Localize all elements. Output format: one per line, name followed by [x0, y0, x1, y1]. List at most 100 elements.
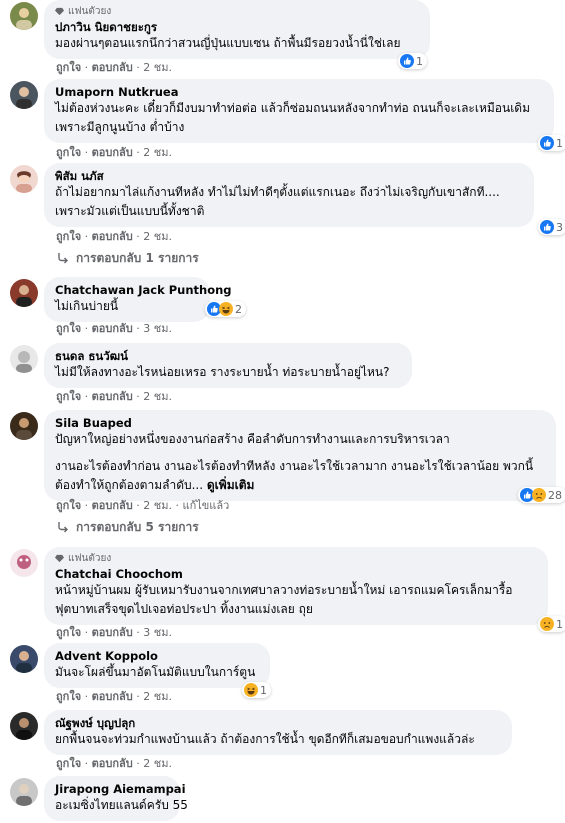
- like-link[interactable]: ถูกใจ: [56, 626, 81, 639]
- timestamp[interactable]: 2 ชม.: [143, 690, 172, 703]
- avatar[interactable]: [10, 778, 38, 806]
- timestamp[interactable]: 2 ชม.: [143, 390, 172, 403]
- comment-bubble: แฟนตัวยง ปภาวิน นิยดาชยะกูร มองผ่านๆตอนแ…: [44, 0, 430, 59]
- comment-bubble: Sila Buaped ปัญหาใหญ่อย่างหนึ่งของงานก่อ…: [44, 410, 556, 501]
- comment-actions: ถูกใจ · ตอบกลับ · 2 ชม.: [56, 690, 172, 703]
- like-link[interactable]: ถูกใจ: [56, 390, 81, 403]
- commenter-name[interactable]: Jirapong Aiemampai: [55, 781, 186, 797]
- like-link[interactable]: ถูกใจ: [56, 230, 81, 243]
- timestamp[interactable]: 2 ชม.: [143, 61, 172, 74]
- like-link[interactable]: ถูกใจ: [56, 146, 81, 159]
- reactions-badge[interactable]: 1: [242, 682, 271, 698]
- comment-text: มองผ่านๆตอนแรกนึกว่าสวนญี่ปุ่นแบบเซน ถ้า…: [55, 36, 401, 50]
- edited-label[interactable]: แก้ไขแล้ว: [182, 499, 229, 512]
- sad-reaction-icon: [532, 488, 546, 502]
- reactions-badge[interactable]: 1: [538, 135, 565, 151]
- avatar[interactable]: [10, 549, 38, 577]
- commenter-name[interactable]: พิสัม นภัส: [55, 168, 523, 184]
- comment-text: ฟุตบาทเสร็จขุดไปเจอท่อประปา ทิ้งงานแม่งเ…: [55, 602, 313, 616]
- commenter-name[interactable]: Chatchawan Jack Punthong: [55, 282, 232, 298]
- reactions-badge[interactable]: 1: [538, 616, 565, 632]
- fan-badge: แฟนตัวยง: [55, 552, 537, 565]
- comment-text-tail: ต้องทำให้ถูกต้องตามลำดับ...: [55, 478, 204, 492]
- comment-bubble: Umaporn Nutkruea ไม่ต้องห่วงนะคะ เดี๋ยวก…: [44, 79, 554, 143]
- comment-bubble: พิสัม นภัส ถ้าไม่อยากมาไล่แก้งานทีหลัง ท…: [44, 163, 534, 227]
- comment-bubble: Jirapong Aiemampai อะเมซิ่งไทยแลนด์ครับ …: [44, 776, 188, 821]
- reply-link[interactable]: ตอบกลับ: [92, 757, 133, 770]
- timestamp[interactable]: 3 ชม.: [143, 322, 172, 335]
- comment-actions: ถูกใจ · ตอบกลับ · 2 ชม.: [56, 230, 172, 243]
- commenter-name[interactable]: Sila Buaped: [55, 415, 545, 431]
- comment-bubble: แฟนตัวยง Chatchai Choochom หน้าหมู่บ้านผ…: [44, 547, 548, 625]
- reactions-badge[interactable]: 2: [205, 301, 246, 317]
- avatar[interactable]: [10, 645, 38, 673]
- avatar[interactable]: [10, 345, 38, 373]
- reaction-count: 1: [416, 54, 423, 68]
- reactions-badge[interactable]: 1: [398, 53, 427, 69]
- like-link[interactable]: ถูกใจ: [56, 499, 81, 512]
- avatar[interactable]: [10, 412, 38, 440]
- reply-link[interactable]: ตอบกลับ: [92, 499, 133, 512]
- commenter-name[interactable]: Umaporn Nutkruea: [55, 84, 543, 100]
- comment-actions: ถูกใจ · ตอบกลับ · 3 ชม.: [56, 322, 172, 335]
- reactions-badge[interactable]: 3: [538, 219, 565, 235]
- comment-actions: ถูกใจ · ตอบกลับ · 2 ชม. · แก้ไขแล้ว: [56, 499, 230, 512]
- reply-link[interactable]: ตอบกลับ: [92, 626, 133, 639]
- comment-text: งานอะไรต้องทำก่อน งานอะไรต้องทำทีหลัง งา…: [55, 459, 534, 473]
- reaction-count: 3: [556, 220, 563, 234]
- comment-actions: ถูกใจ · ตอบกลับ · 2 ชม.: [56, 146, 172, 159]
- haha-reaction-icon: [244, 683, 258, 697]
- like-reaction-icon: [540, 220, 554, 234]
- commenter-name[interactable]: ปภาวิน นิยดาชยะกูร: [55, 19, 419, 35]
- like-link[interactable]: ถูกใจ: [56, 690, 81, 703]
- reaction-count: 1: [260, 683, 267, 697]
- commenter-name[interactable]: Advent Koppolo: [55, 648, 259, 664]
- comment-text: เพราะมัวแต่เป็นแบบนี้ทั้งชาติ: [55, 204, 205, 218]
- comment-text: ต้องทำให้ถูกต้องตามลำดับ... ดูเพิ่มเติม: [55, 477, 545, 494]
- fan-badge: แฟนตัวยง: [55, 5, 419, 18]
- reply-link[interactable]: ตอบกลับ: [92, 146, 133, 159]
- reply-link[interactable]: ตอบกลับ: [92, 61, 133, 74]
- view-replies-link[interactable]: การตอบกลับ 5 รายการ: [56, 519, 199, 535]
- reply-link[interactable]: ตอบกลับ: [92, 230, 133, 243]
- reaction-count: 1: [556, 136, 563, 150]
- like-link[interactable]: ถูกใจ: [56, 61, 81, 74]
- reply-link[interactable]: ตอบกลับ: [92, 690, 133, 703]
- see-more-link[interactable]: ดูเพิ่มเติม: [207, 478, 255, 492]
- like-reaction-icon: [400, 54, 414, 68]
- comment-text: ไม่เกินบ่ายนี้: [55, 299, 119, 313]
- comment-bubble: Chatchawan Jack Punthong ไม่เกินบ่ายนี้: [44, 277, 232, 322]
- reply-link[interactable]: ตอบกลับ: [92, 322, 133, 335]
- avatar[interactable]: [10, 279, 38, 307]
- commenter-name[interactable]: Chatchai Choochom: [55, 566, 537, 582]
- fan-label: แฟนตัวยง: [68, 553, 112, 564]
- timestamp[interactable]: 3 ชม.: [143, 626, 172, 639]
- comment-text: ถ้าไม่อยากมาไล่แก้งานทีหลัง ทำไม่ไม่ทำดี…: [55, 185, 500, 199]
- avatar[interactable]: [10, 81, 38, 109]
- like-link[interactable]: ถูกใจ: [56, 322, 81, 335]
- commenter-name[interactable]: ณัฐพงษ์ บุญปลุก: [55, 715, 501, 731]
- comment-bubble: ธนดล ธนวัฒน์ ไม่มีให้ลงทางอะไรหน่อยเหรอ …: [44, 343, 412, 388]
- diamond-icon: [55, 554, 64, 563]
- haha-reaction-icon: [219, 302, 233, 316]
- replies-count-label: การตอบกลับ 1 รายการ: [76, 251, 199, 265]
- commenter-name[interactable]: ธนดล ธนวัฒน์: [55, 348, 401, 364]
- comment-text: ไม่มีให้ลงทางอะไรหน่อยเหรอ รางระบายน้ำ ท…: [55, 365, 390, 379]
- timestamp[interactable]: 2 ชม.: [143, 499, 172, 512]
- reactions-badge[interactable]: 28: [518, 487, 565, 503]
- timestamp[interactable]: 2 ชม.: [143, 146, 172, 159]
- view-replies-link[interactable]: การตอบกลับ 1 รายการ: [56, 250, 199, 266]
- comment-actions: ถูกใจ · ตอบกลับ · 2 ชม.: [56, 390, 172, 403]
- fan-label: แฟนตัวยง: [68, 6, 112, 17]
- timestamp[interactable]: 2 ชม.: [143, 230, 172, 243]
- timestamp[interactable]: 2 ชม.: [143, 757, 172, 770]
- like-reaction-icon: [540, 136, 554, 150]
- avatar[interactable]: [10, 712, 38, 740]
- avatar[interactable]: [10, 2, 38, 30]
- like-link[interactable]: ถูกใจ: [56, 757, 81, 770]
- comment-text: มันจะโผล่ขึ้นมาอัตโนมัติแบบในการ์ตูน: [55, 665, 256, 679]
- comment-bubble: Advent Koppolo มันจะโผล่ขึ้นมาอัตโนมัติแ…: [44, 643, 270, 688]
- replies-count-label: การตอบกลับ 5 รายการ: [76, 520, 199, 534]
- reply-link[interactable]: ตอบกลับ: [92, 390, 133, 403]
- avatar[interactable]: [10, 165, 38, 193]
